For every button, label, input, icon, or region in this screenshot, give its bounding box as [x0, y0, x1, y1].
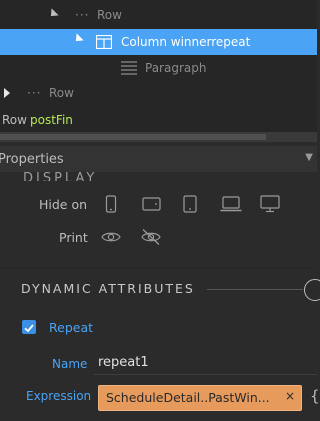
close-icon[interactable]: × [285, 389, 295, 403]
eye-icon[interactable] [101, 230, 121, 244]
drag-dots-icon: ··· [75, 8, 90, 22]
tree-expand-icon[interactable] [72, 33, 84, 45]
tree-item-label: Column winnerrepeat [121, 35, 251, 49]
tree-item-label: Paragraph [145, 61, 207, 75]
laptop-icon[interactable] [220, 196, 242, 212]
properties-title: Properties [0, 152, 64, 167]
properties-header[interactable]: Properties ▼ [0, 146, 317, 172]
tree-item-row[interactable]: ··· Row [0, 80, 317, 106]
tree-item-row[interactable]: ··· Row [0, 2, 317, 28]
add-icon[interactable] [304, 279, 320, 301]
tree-collapsed-icon[interactable] [4, 88, 10, 98]
name-field[interactable]: repeat1 [98, 355, 149, 370]
scrollbar-thumb[interactable] [0, 134, 266, 140]
dynamic-binding-icon[interactable]: { [310, 387, 320, 405]
name-label: Name [52, 357, 88, 371]
section-divider [0, 268, 317, 269]
print-label: Print [59, 230, 88, 245]
chevron-down-icon[interactable]: ▼ [305, 152, 313, 163]
drag-dots-icon: ··· [27, 86, 42, 100]
expression-chip[interactable]: ScheduleDetail..PastWin... × [98, 385, 302, 411]
tree-item-label: Row [49, 86, 74, 100]
eye-slash-icon[interactable] [140, 228, 162, 246]
tree-item-paragraph[interactable]: Paragraph [0, 55, 317, 81]
tree-item-label: Row [97, 8, 122, 22]
column-icon [96, 35, 112, 49]
dynamic-attributes-title: DYNAMIC ATTRIBUTES [21, 281, 195, 296]
tablet-portrait-icon[interactable] [183, 195, 197, 213]
check-icon [24, 324, 34, 333]
desktop-icon[interactable] [260, 195, 280, 213]
tree-item-column[interactable]: Column winnerrepeat [0, 29, 317, 55]
repeat-checkbox[interactable] [22, 320, 36, 334]
tree-expand-icon[interactable] [47, 8, 59, 20]
expression-value: ScheduleDetail..PastWin... [106, 390, 270, 405]
display-section-title: DISPLAY [23, 171, 98, 181]
tablet-landscape-icon[interactable] [142, 197, 161, 211]
breadcrumb-current[interactable]: postFin [30, 113, 73, 127]
repeat-label[interactable]: Repeat [49, 320, 93, 335]
name-field-underline [94, 374, 317, 375]
paragraph-icon [121, 61, 137, 75]
breadcrumb: Row postFin [0, 108, 317, 132]
section-rule [207, 289, 303, 290]
breadcrumb-parent[interactable]: Row [2, 113, 27, 127]
hide-on-label: Hide on [39, 197, 88, 212]
horizontal-scrollbar[interactable] [0, 132, 317, 142]
mobile-icon[interactable] [105, 195, 117, 213]
dom-tree-panel: ··· Row Column winnerrepeat Paragraph ··… [0, 0, 317, 142]
expression-label: Expression [26, 389, 92, 403]
